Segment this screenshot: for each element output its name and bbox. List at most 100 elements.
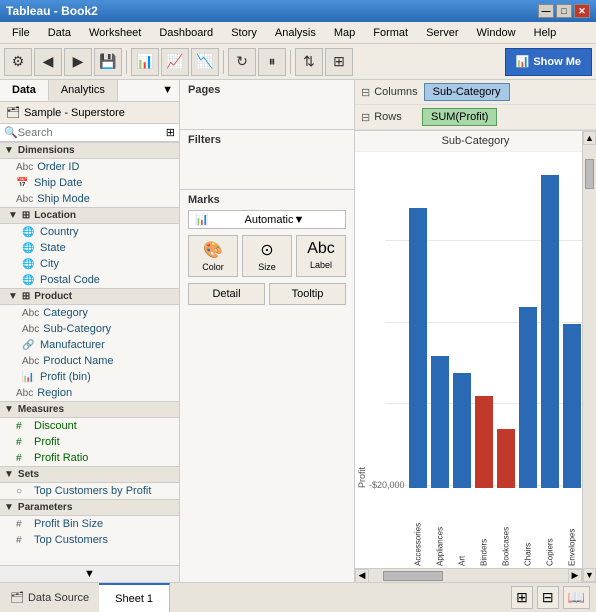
bar-chairs[interactable] — [519, 307, 537, 488]
vertical-scrollbar[interactable]: ▲ ▼ — [582, 131, 596, 582]
type-icon-mfr: 🔗 — [22, 340, 36, 351]
location-expand-icon: ▼ — [8, 210, 18, 221]
scroll-left-btn[interactable]: ◀ — [355, 569, 369, 583]
scroll-down-btn[interactable]: ▼ — [0, 565, 179, 582]
mark-tooltip-btn[interactable]: Tooltip — [269, 283, 346, 305]
menu-file[interactable]: File — [4, 25, 38, 41]
field-profit[interactable]: # Profit — [0, 434, 179, 450]
field-category[interactable]: Abc Category — [0, 305, 179, 321]
menu-story[interactable]: Story — [223, 25, 265, 41]
field-discount[interactable]: # Discount — [0, 418, 179, 434]
field-region[interactable]: Abc Region — [0, 385, 179, 401]
field-city[interactable]: 🌐 City — [0, 256, 179, 272]
location-header[interactable]: ▼ ⊞ Location — [0, 207, 179, 224]
menu-map[interactable]: Map — [326, 25, 363, 41]
columns-label: ⊟ Columns — [361, 86, 418, 99]
mark-size-btn[interactable]: ⊙ Size — [242, 235, 292, 277]
data-source-tab[interactable]: 🗂 Data Source — [0, 587, 99, 608]
horizontal-scrollbar[interactable]: ◀ ▶ — [355, 568, 582, 582]
scroll-right-btn[interactable]: ▶ — [568, 569, 582, 583]
bar-envelopes[interactable] — [563, 324, 581, 489]
measures-header[interactable]: ▼ Measures — [0, 401, 179, 418]
mark-detail-btn[interactable]: Detail — [188, 283, 265, 305]
show-me-button[interactable]: 📊 Show Me — [505, 48, 592, 76]
toolbar-chart2[interactable]: 📈 — [161, 48, 189, 76]
menu-data[interactable]: Data — [40, 25, 79, 41]
field-name-topcustparam: Top Customers — [34, 534, 108, 546]
menu-worksheet[interactable]: Worksheet — [81, 25, 149, 41]
params-label: Parameters — [18, 502, 72, 513]
field-state[interactable]: 🌐 State — [0, 240, 179, 256]
toolbar-sort[interactable]: ⇅ — [295, 48, 323, 76]
toolbar-refresh[interactable]: ↻ — [228, 48, 256, 76]
mark-label-btn[interactable]: Abc Label — [296, 235, 346, 277]
mark-color-btn[interactable]: 🎨 Color — [188, 235, 238, 277]
field-name-subcat: Sub-Category — [43, 323, 111, 335]
tab-data[interactable]: Data — [0, 80, 49, 101]
field-manufacturer[interactable]: 🔗 Manufacturer — [0, 337, 179, 353]
data-source-name: Sample - Superstore — [24, 107, 125, 119]
parameters-header[interactable]: ▼ Parameters — [0, 499, 179, 516]
field-top-customers[interactable]: ○ Top Customers by Profit — [0, 483, 179, 499]
bar-appliances[interactable] — [431, 356, 449, 488]
field-country[interactable]: 🌐 Country — [0, 224, 179, 240]
field-top-cust-param[interactable]: # Top Customers — [0, 532, 179, 548]
field-name-cat: Category — [43, 307, 88, 319]
label-icon: Abc — [307, 240, 335, 258]
marks-type-dropdown[interactable]: 📊 Automatic ▼ — [188, 210, 346, 229]
toolbar-forward[interactable]: ▶ — [64, 48, 92, 76]
product-group-icon: ⊞ — [22, 291, 30, 302]
field-ship-mode[interactable]: Abc Ship Mode — [0, 191, 179, 207]
field-postal[interactable]: 🌐 Postal Code — [0, 272, 179, 288]
search-input[interactable] — [18, 127, 166, 139]
close-button[interactable]: ✕ — [574, 4, 590, 18]
scroll-down-btn-right[interactable]: ▼ — [583, 568, 596, 582]
toolbar-group[interactable]: ⊞ — [325, 48, 353, 76]
scroll-up-btn[interactable]: ▲ — [583, 131, 596, 145]
product-header[interactable]: ▼ ⊞ Product — [0, 288, 179, 305]
marks-dropdown-arrow: ▼ — [293, 214, 339, 226]
panel-close-btn[interactable]: ▼ — [156, 80, 179, 101]
field-profit-bin-size[interactable]: # Profit Bin Size — [0, 516, 179, 532]
menu-format[interactable]: Format — [365, 25, 416, 41]
bar-art[interactable] — [453, 373, 471, 488]
menu-server[interactable]: Server — [418, 25, 466, 41]
bar-copiers[interactable] — [541, 175, 559, 488]
menu-dashboard[interactable]: Dashboard — [151, 25, 221, 41]
type-icon-topcustparam: # — [16, 535, 30, 546]
minimize-button[interactable]: — — [538, 4, 554, 18]
new-dashboard-btn[interactable]: ⊟ — [537, 586, 559, 609]
new-story-btn[interactable]: 📖 — [563, 586, 590, 609]
dimensions-header[interactable]: ▼ Dimensions — [0, 142, 179, 159]
hscroll-thumb[interactable] — [383, 571, 443, 581]
field-subcat[interactable]: Abc Sub-Category — [0, 321, 179, 337]
menu-help[interactable]: Help — [526, 25, 565, 41]
type-icon-prodname: Abc — [22, 356, 39, 367]
field-order-id[interactable]: Abc Order ID — [0, 159, 179, 175]
toolbar-chart1[interactable]: 📊 — [131, 48, 159, 76]
bar-binders[interactable] — [475, 396, 493, 488]
toolbar-save[interactable]: 💾 — [94, 48, 122, 76]
menu-window[interactable]: Window — [469, 25, 524, 41]
columns-pill[interactable]: Sub-Category — [424, 83, 510, 101]
toolbar-new[interactable]: ⚙ — [4, 48, 32, 76]
sheet1-tab[interactable]: Sheet 1 — [99, 583, 170, 612]
rows-pill[interactable]: SUM(Profit) — [422, 108, 497, 126]
menu-analysis[interactable]: Analysis — [267, 25, 324, 41]
toolbar-back[interactable]: ◀ — [34, 48, 62, 76]
tab-analytics[interactable]: Analytics — [49, 80, 118, 101]
field-name-prodname: Product Name — [43, 355, 113, 367]
maximize-button[interactable]: □ — [556, 4, 572, 18]
bar-bookcases[interactable] — [497, 429, 515, 488]
toolbar-pause[interactable]: ⏸ — [258, 48, 286, 76]
field-product-name[interactable]: Abc Product Name — [0, 353, 179, 369]
field-ship-date[interactable]: 📅 Ship Date — [0, 175, 179, 191]
field-profit-ratio[interactable]: # Profit Ratio — [0, 450, 179, 466]
scroll-thumb[interactable] — [585, 159, 594, 189]
toolbar-chart3[interactable]: 📉 — [191, 48, 219, 76]
bar-labels-container: Accessories Appliances Art Binders Bookc… — [405, 490, 582, 568]
new-sheet-btn[interactable]: ⊞ — [511, 586, 533, 609]
field-profit-bin[interactable]: 📊 Profit (bin) — [0, 369, 179, 385]
bar-accessories[interactable] — [409, 208, 427, 488]
sets-header[interactable]: ▼ Sets — [0, 466, 179, 483]
